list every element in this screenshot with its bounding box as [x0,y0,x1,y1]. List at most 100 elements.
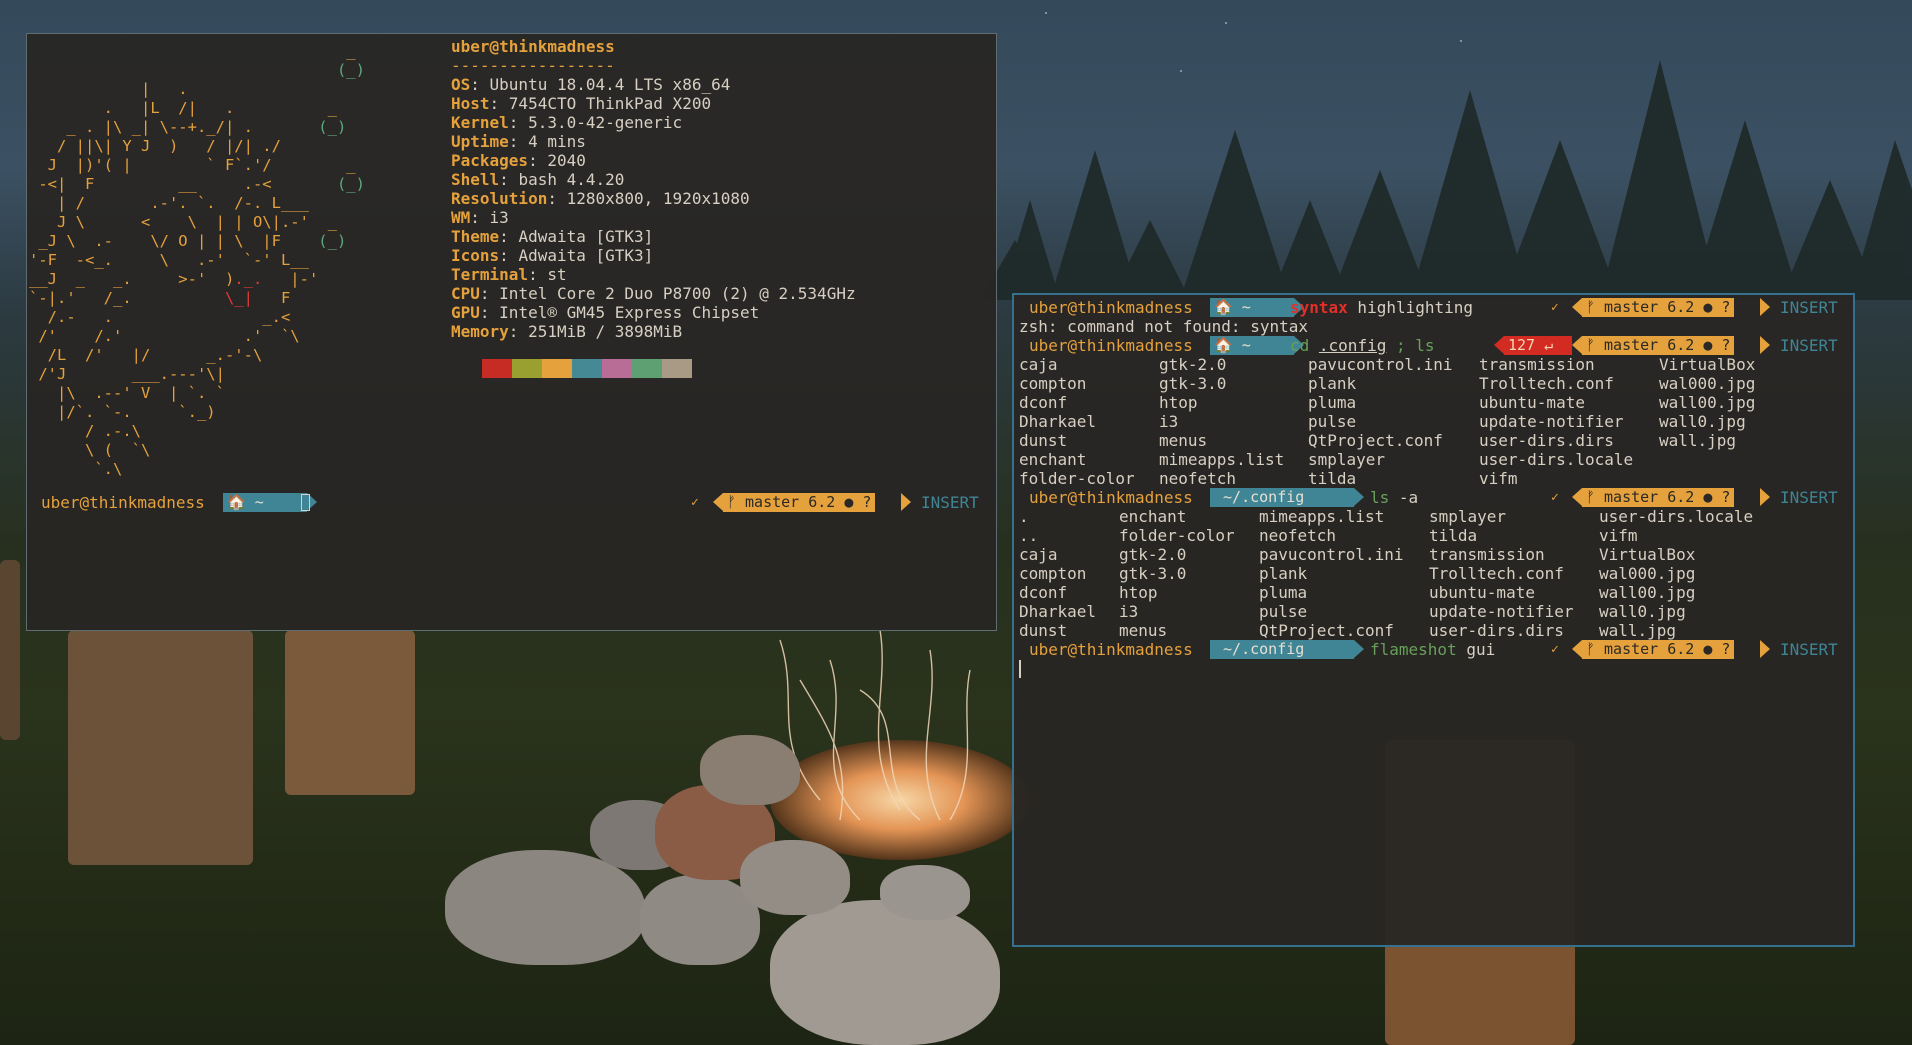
info-value: bash 4.4.20 [518,170,625,189]
info-row: Shell: bash 4.4.20 [451,170,856,189]
segment-arrow [1354,640,1364,658]
ls-output-column: caja compton dconf Dharkael dunst enchan… [1019,355,1135,488]
info-row: WM: i3 [451,208,856,227]
segment-arrow [1760,640,1770,658]
ls-output-column: transmission Trolltech.conf ubuntu-mate … [1479,355,1634,488]
ls-output-column: gtk-2.0 gtk-3.0 htop i3 menus mimeapps.l… [1159,355,1285,488]
status-ok-icon: ✓ [691,495,699,510]
info-row: Terminal: st [451,265,856,284]
info-key: Kernel [451,113,509,132]
info-colon: : [470,75,490,94]
terminal-window-neofetch[interactable]: _ (_) | . . |L /| . _ _ . |\ _| \--+._/|… [26,33,997,631]
color-swatch [632,359,662,378]
git-status-segment: ᚠ master 6.2 ● ? [1582,336,1735,355]
color-swatch [662,359,692,378]
fire-sparks [779,629,971,821]
prompt-dir-segment: 🏠 ~ [223,493,307,512]
info-colon: : [499,170,519,189]
prompt-dir-segment: ~/.config [1210,488,1354,507]
segment-arrow [1760,336,1770,354]
vi-mode-indicator: INSERT [1780,640,1838,659]
info-value: 4 mins [528,132,586,151]
info-value: 1280x800, 1920x1080 [566,189,750,208]
info-colon: : [479,303,500,322]
tree-stump [285,630,415,795]
color-swatch [482,359,512,378]
ls-output-column: user-dirs.locale vifm VirtualBox wal000.… [1599,507,1754,640]
terminal-window-shell[interactable]: uber@thinkmadness 🏠 ~ syntax highlightin… [1012,293,1855,947]
info-value: Adwaita [GTK3] [518,227,654,246]
rock [880,865,970,920]
info-value: 7454CTO ThinkPad X200 [508,94,712,113]
segment-arrow [1494,336,1504,354]
info-value: st [547,265,567,284]
ls-output-column: . .. caja compton dconf Dharkael dunst [1019,507,1097,640]
info-row: Resolution: 1280x800, 1920x1080 [451,189,856,208]
info-colon: : [508,113,529,132]
segment-arrow [1572,640,1582,658]
info-value: 2040 [547,151,586,170]
status-ok-icon: ✓ [1551,300,1559,315]
info-key: OS [451,75,471,94]
info-value: i3 [489,208,509,227]
segment-arrow [1760,298,1770,316]
info-colon: : [528,265,548,284]
command-line: cd .config ; ls [1290,336,1435,355]
vi-mode-indicator: INSERT [1780,488,1838,507]
error-output: zsh: command not found: syntax [1019,317,1308,336]
command-line: syntax highlighting [1290,298,1473,317]
info-key: Memory [451,322,509,341]
command-name-error: syntax [1290,298,1348,317]
info-value: Ubuntu 18.04.4 LTS x86_64 [489,75,731,94]
prompt-user: uber@thinkmadness [1029,298,1193,317]
git-status-segment: ᚠ master 6.2 ● ? [723,493,876,512]
info-row: Kernel: 5.3.0-42-generic [451,113,856,132]
command-args: ; ls [1386,336,1435,355]
info-colon: : [547,189,567,208]
prompt-user: uber@thinkmadness [1029,640,1193,659]
vi-mode-indicator: INSERT [1780,298,1838,317]
info-value: Adwaita [GTK3] [518,246,654,265]
text-cursor [301,494,310,511]
info-key: CPU [451,284,480,303]
ls-output-column: pavucontrol.ini plank pluma pulse QtProj… [1308,355,1453,488]
segment-arrow [901,493,911,511]
exit-code-segment: 127 ↵ [1504,336,1572,355]
segment-arrow [1572,488,1582,506]
command-name: flameshot [1370,640,1457,659]
info-key: Uptime [451,132,509,151]
segment-arrow [713,493,723,511]
info-key: WM [451,208,471,227]
git-status-segment: ᚠ master 6.2 ● ? [1582,640,1735,659]
command-path: .config [1318,336,1387,355]
color-swatch [572,359,602,378]
info-key: Host [451,94,490,113]
git-status-segment: ᚠ master 6.2 ● ? [1582,488,1735,507]
ls-output-column: mimeapps.list neofetch pavucontrol.ini p… [1259,507,1404,640]
status-ok-icon: ✓ [1551,490,1559,505]
info-colon: : [489,94,509,113]
info-row: Packages: 2040 [451,151,856,170]
info-row: Uptime: 4 mins [451,132,856,151]
command-args: gui [1456,640,1496,659]
info-row: CPU: Intel Core 2 Duo P8700 (2) @ 2.534G… [451,284,856,303]
info-key: Packages [451,151,529,170]
info-row: GPU: Intel® GM45 Express Chipset [451,303,856,322]
segment-arrow [1572,298,1582,316]
info-colon: : [508,132,529,151]
segment-arrow [1354,488,1364,506]
info-colon: : [528,151,548,170]
prompt-user: uber@thinkmadness [1029,336,1193,355]
color-swatch [542,359,572,378]
tree-stump [0,560,20,740]
system-info-panel: uber@thinkmadness ----------------- OS: … [451,37,856,341]
vi-mode-indicator: INSERT [921,493,979,512]
command-name: cd [1290,336,1310,355]
command-args: highlighting [1347,298,1474,317]
color-swatch [602,359,632,378]
git-status-segment: ᚠ master 6.2 ● ? [1582,298,1735,317]
rock [740,840,850,915]
command-args: -a [1389,488,1419,507]
info-key: Icons [451,246,500,265]
status-ok-icon: ✓ [1551,642,1559,657]
